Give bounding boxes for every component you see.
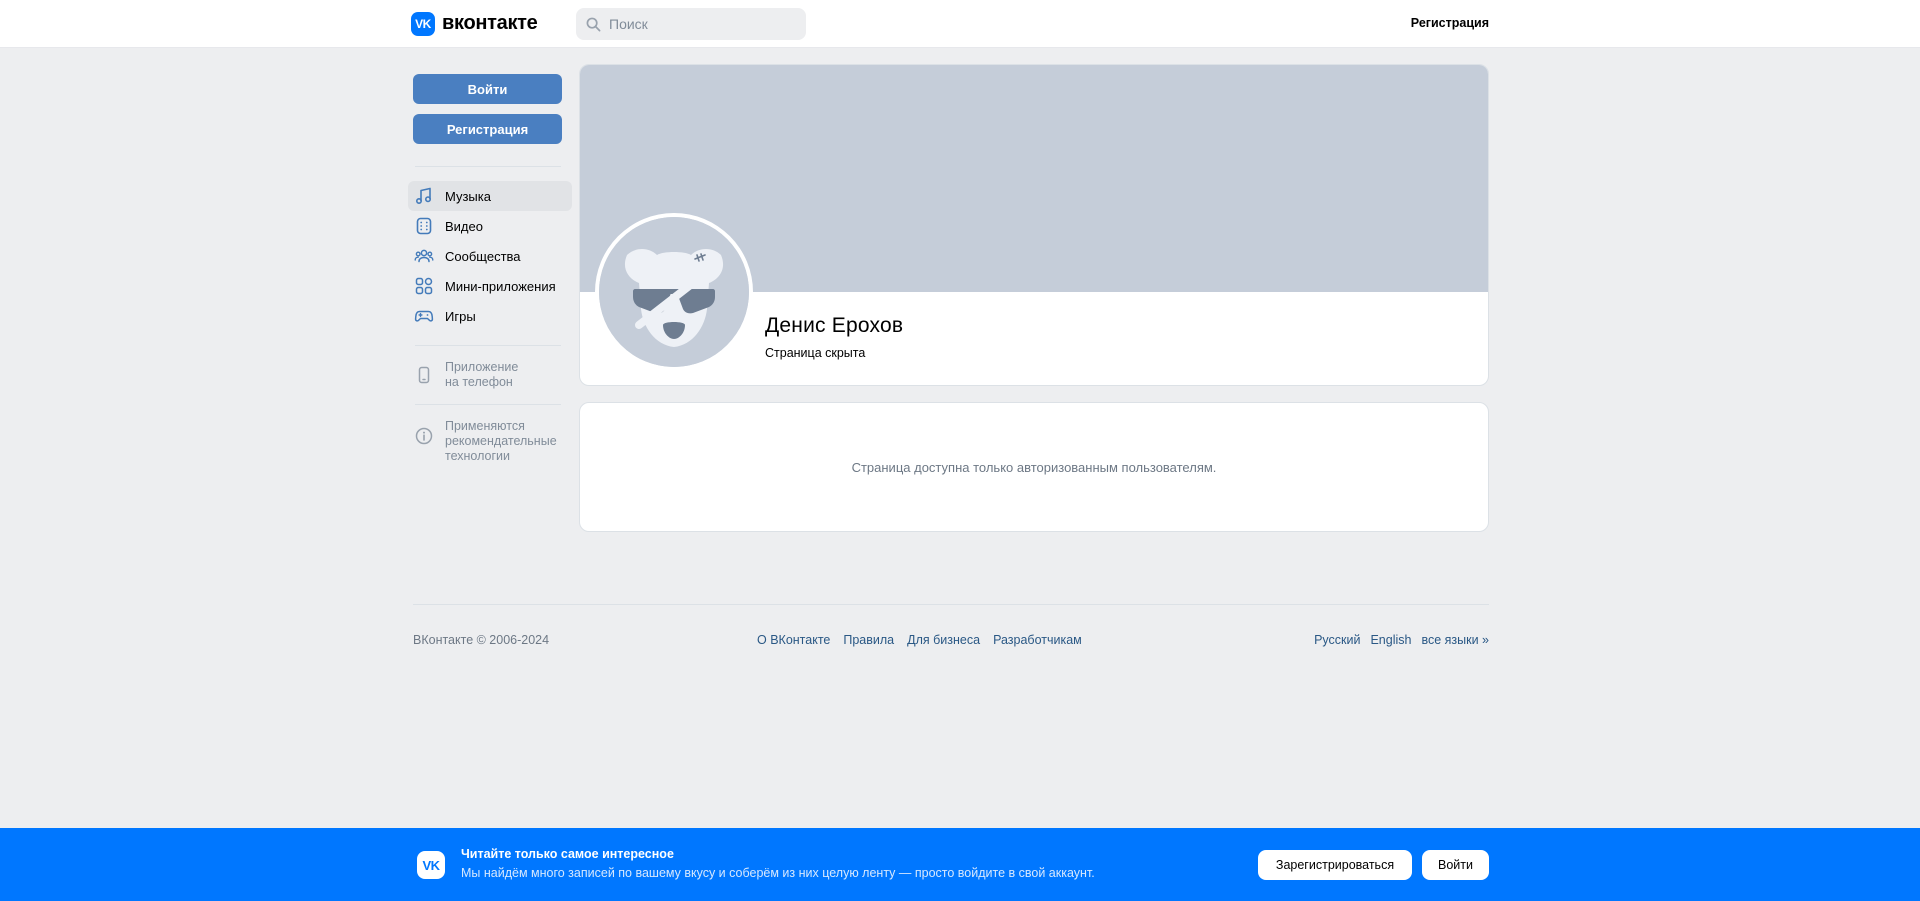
signup-banner: VK Читайте только самое интересное Мы на…	[0, 828, 1920, 901]
banner-login-button[interactable]: Войти	[1422, 850, 1489, 880]
search-icon	[586, 17, 601, 31]
lang-all[interactable]: все языки »	[1421, 633, 1489, 647]
footer-link-about[interactable]: О ВКонтакте	[757, 633, 830, 647]
phone-app-line1: Приложение	[445, 360, 519, 374]
avatar-frame	[595, 213, 753, 371]
footer-link-developers[interactable]: Разработчикам	[993, 633, 1082, 647]
footer-link-business[interactable]: Для бизнеса	[907, 633, 980, 647]
header-inner: VK вконтакте Регистрация	[411, 0, 1489, 48]
sidebar-item-music[interactable]: Музыка	[408, 181, 572, 211]
auth-required-notice: Страница доступна только авторизованным …	[579, 402, 1489, 532]
sidebar-item-mini-apps[interactable]: Мини-приложения	[408, 271, 572, 301]
profile-status: Страница скрыта	[765, 346, 866, 360]
info-icon	[415, 427, 433, 445]
lang-english[interactable]: English	[1370, 633, 1411, 647]
gamepad-icon	[414, 310, 434, 322]
sidebar-item-games[interactable]: Игры	[408, 301, 572, 331]
vk-logo-icon: VK	[411, 11, 435, 36]
footer-links: О ВКонтакте Правила Для бизнеса Разработ…	[757, 633, 1082, 647]
recommend-line1: Применяются	[445, 419, 525, 433]
sidebar-item-label: Сообщества	[445, 248, 521, 264]
recommend-line3: технологии	[445, 449, 511, 463]
vk-logo[interactable]: VK вконтакте	[411, 11, 538, 36]
sidebar-divider	[415, 345, 561, 346]
vk-logo-text: вконтакте	[442, 12, 538, 34]
banner-text: Мы найдём много записей по вашему вкусу …	[461, 866, 1095, 880]
profile-name: Денис Ерохов	[765, 314, 904, 337]
deactivated-dog-icon	[599, 217, 749, 367]
sidebar-item-label: Видео	[445, 218, 483, 234]
sidebar-item-label: Игры	[445, 308, 476, 324]
banner-title: Читайте только самое интересное	[461, 847, 674, 861]
sidebar-divider	[415, 166, 561, 167]
header-register-link[interactable]: Регистрация	[1411, 16, 1489, 30]
recommend-line2: рекомендательные	[445, 434, 557, 448]
sidebar-item-video[interactable]: Видео	[408, 211, 572, 241]
register-button[interactable]: Регистрация	[413, 114, 562, 144]
phone-app-line2: на телефон	[445, 375, 513, 389]
notice-text: Страница доступна только авторизованным …	[851, 459, 1217, 475]
phone-app-link[interactable]: Приложение на телефон	[408, 360, 572, 390]
sidebar-item-label: Мини-приложения	[445, 278, 556, 294]
music-icon	[415, 187, 432, 205]
top-header: VK вконтакте Регистрация	[0, 0, 1920, 48]
search-box[interactable]	[576, 8, 806, 40]
login-button[interactable]: Войти	[413, 74, 562, 104]
lang-russian[interactable]: Русский	[1314, 633, 1360, 647]
profile-card: Денис Ерохов Страница скрыта	[579, 64, 1489, 386]
search-input[interactable]	[609, 16, 799, 32]
sidebar-item-communities[interactable]: Сообщества	[408, 241, 572, 271]
avatar[interactable]	[599, 217, 749, 367]
footer-divider	[413, 604, 1489, 605]
sidebar-divider	[415, 404, 561, 405]
footer-copyright: ВКонтакте © 2006-2024	[413, 633, 550, 647]
mini-apps-icon	[415, 277, 433, 295]
left-sidebar: Войти Регистрация Музыка Видео Сообществ…	[408, 74, 572, 464]
communities-icon	[414, 249, 434, 263]
banner-register-button[interactable]: Зарегистрироваться	[1258, 850, 1412, 880]
sidebar-item-label: Музыка	[445, 188, 491, 204]
vk-banner-logo-icon: VK	[417, 851, 445, 879]
phone-icon	[418, 366, 430, 384]
video-icon	[416, 217, 432, 235]
footer-link-rules[interactable]: Правила	[843, 633, 894, 647]
footer-languages: Русский English все языки »	[1314, 633, 1489, 647]
recommend-tech-link[interactable]: Применяются рекомендательные технологии	[408, 419, 572, 464]
